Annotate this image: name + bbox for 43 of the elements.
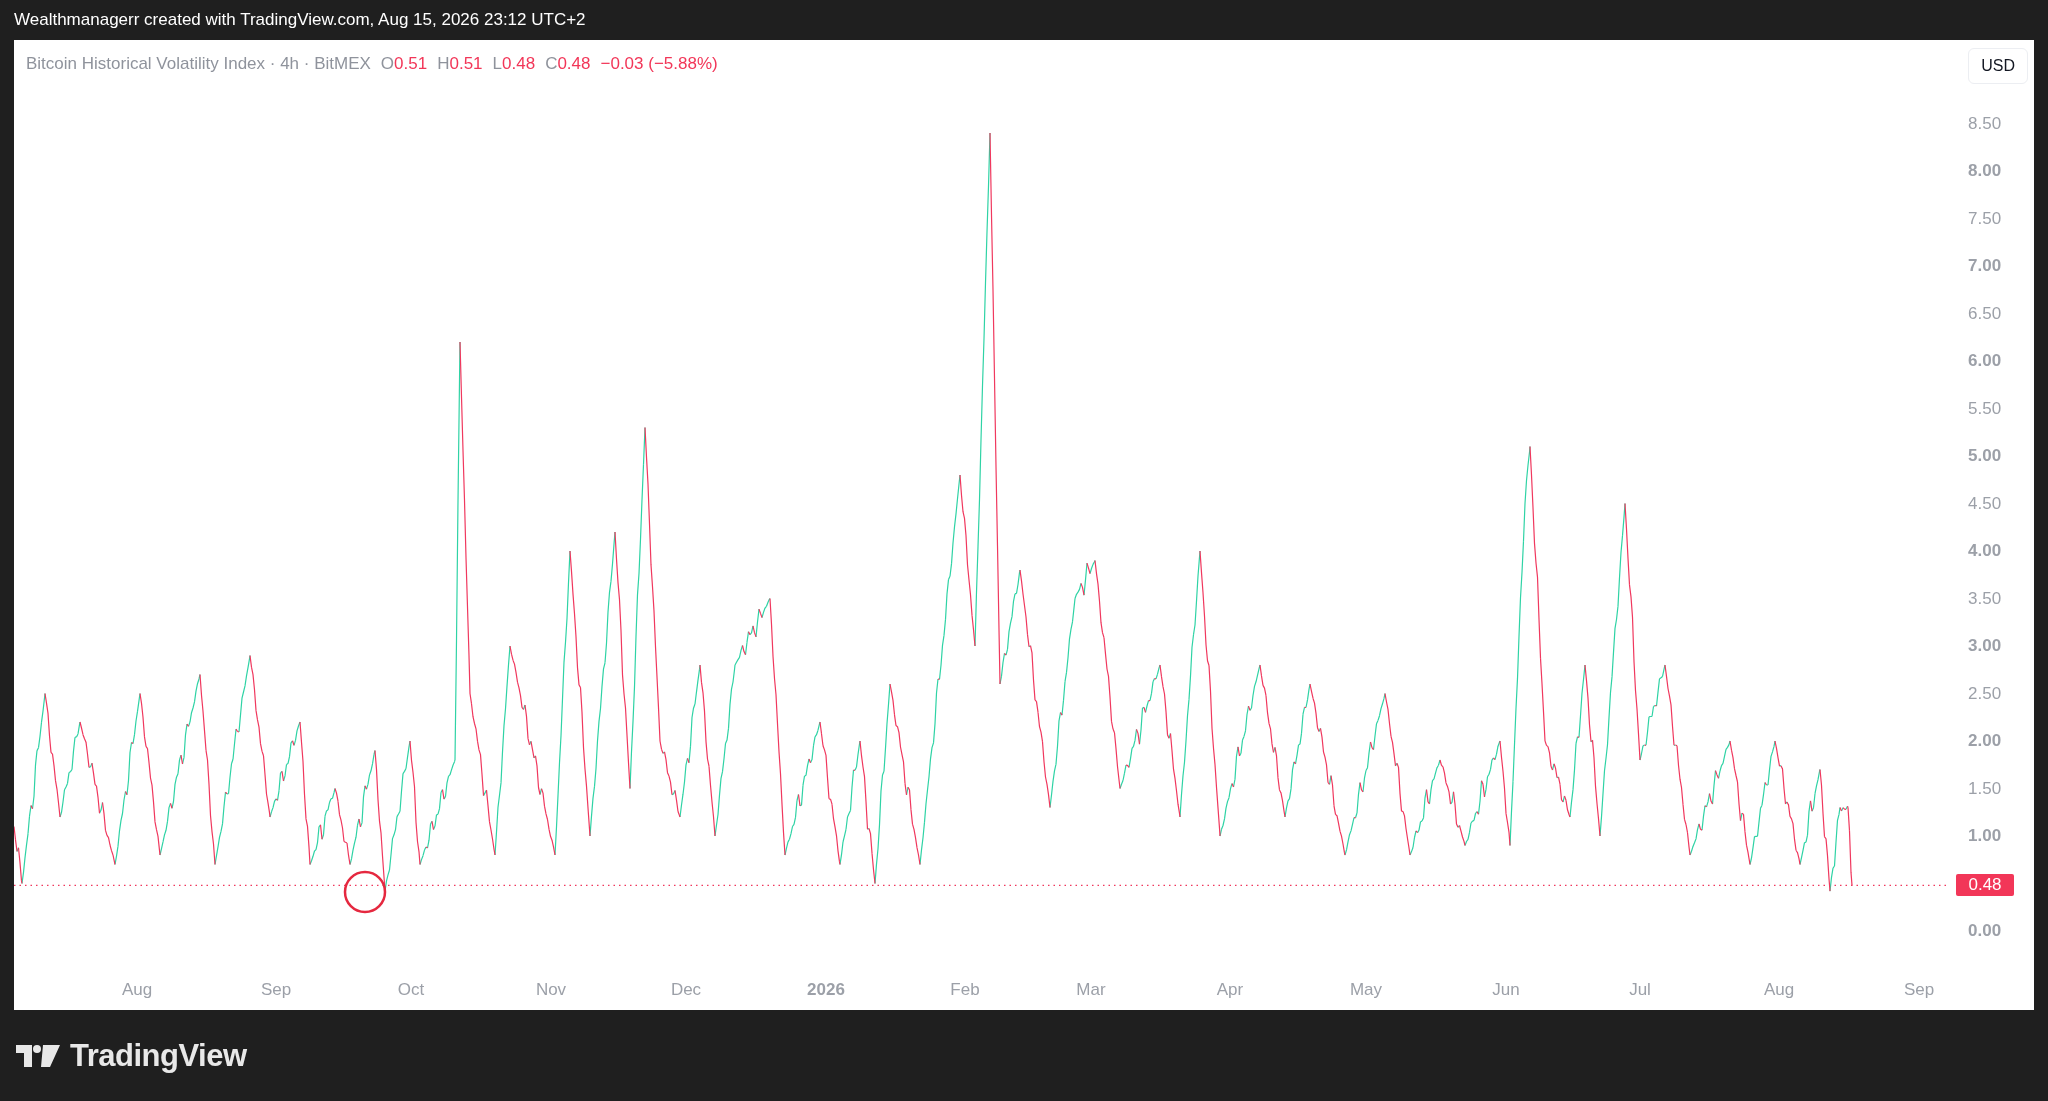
- price-label: 7.00: [1968, 256, 2002, 276]
- price-label: 1.00: [1968, 826, 2002, 846]
- price-label: 4.50: [1968, 493, 2002, 514]
- date-label: 2026: [807, 980, 845, 1000]
- price-label: 4.00: [1968, 541, 2002, 561]
- ohlc-value: O0.51: [380, 54, 428, 74]
- price-label: 5.50: [1968, 398, 2002, 419]
- date-label: Dec: [670, 980, 702, 1000]
- price-label: 6.00: [1968, 351, 2002, 371]
- brand-name: TradingView: [70, 1037, 247, 1074]
- date-label: Feb: [950, 980, 980, 1000]
- date-label: Mar: [1076, 980, 1106, 1000]
- price-label: 1.50: [1968, 778, 2002, 799]
- date-label: Aug: [121, 980, 153, 1000]
- logo-icon: [16, 1044, 60, 1067]
- date-label: Jun: [1492, 980, 1520, 1000]
- price-label: 8.50: [1968, 113, 2002, 134]
- currency-button[interactable]: USD: [1968, 48, 2028, 84]
- price-label: 6.50: [1968, 303, 2002, 324]
- price-label: 0.00: [1968, 921, 2002, 941]
- ohlc-value: L0.48: [492, 54, 536, 74]
- date-label: Sep: [260, 980, 292, 1000]
- date-label: Nov: [535, 980, 567, 1000]
- circle-marker: [343, 870, 387, 914]
- price-label: 2.00: [1968, 731, 2002, 751]
- price-label: 7.50: [1968, 208, 2002, 229]
- price-label: 5.00: [1968, 446, 2002, 466]
- symbol-title: Bitcoin Historical Volatility Index · 4h · BitMEX: [26, 54, 371, 74]
- ohlc-value: C0.48: [545, 54, 591, 74]
- date-label: May: [1349, 980, 1383, 1000]
- chart-caption: Wealthmanagerr created with TradingView.com, Aug 15, 2026 23:12 UTC+2: [14, 10, 586, 30]
- price-change: −0.03 (−5.88%): [600, 54, 718, 74]
- price-label: 3.50: [1968, 588, 2002, 609]
- price-label: 2.50: [1968, 683, 2002, 704]
- date-label: Apr: [1216, 980, 1244, 1000]
- date-label: Sep: [1903, 980, 1935, 1000]
- ohlc-value: H0.51: [437, 54, 483, 74]
- date-label: Oct: [397, 980, 425, 1000]
- price-label: 3.00: [1968, 636, 2002, 656]
- last-price-badge: 0.48: [1956, 874, 2014, 897]
- price-label: 8.00: [1968, 161, 2002, 181]
- date-label: Aug: [1763, 980, 1795, 1000]
- date-label: Jul: [1629, 980, 1651, 1000]
